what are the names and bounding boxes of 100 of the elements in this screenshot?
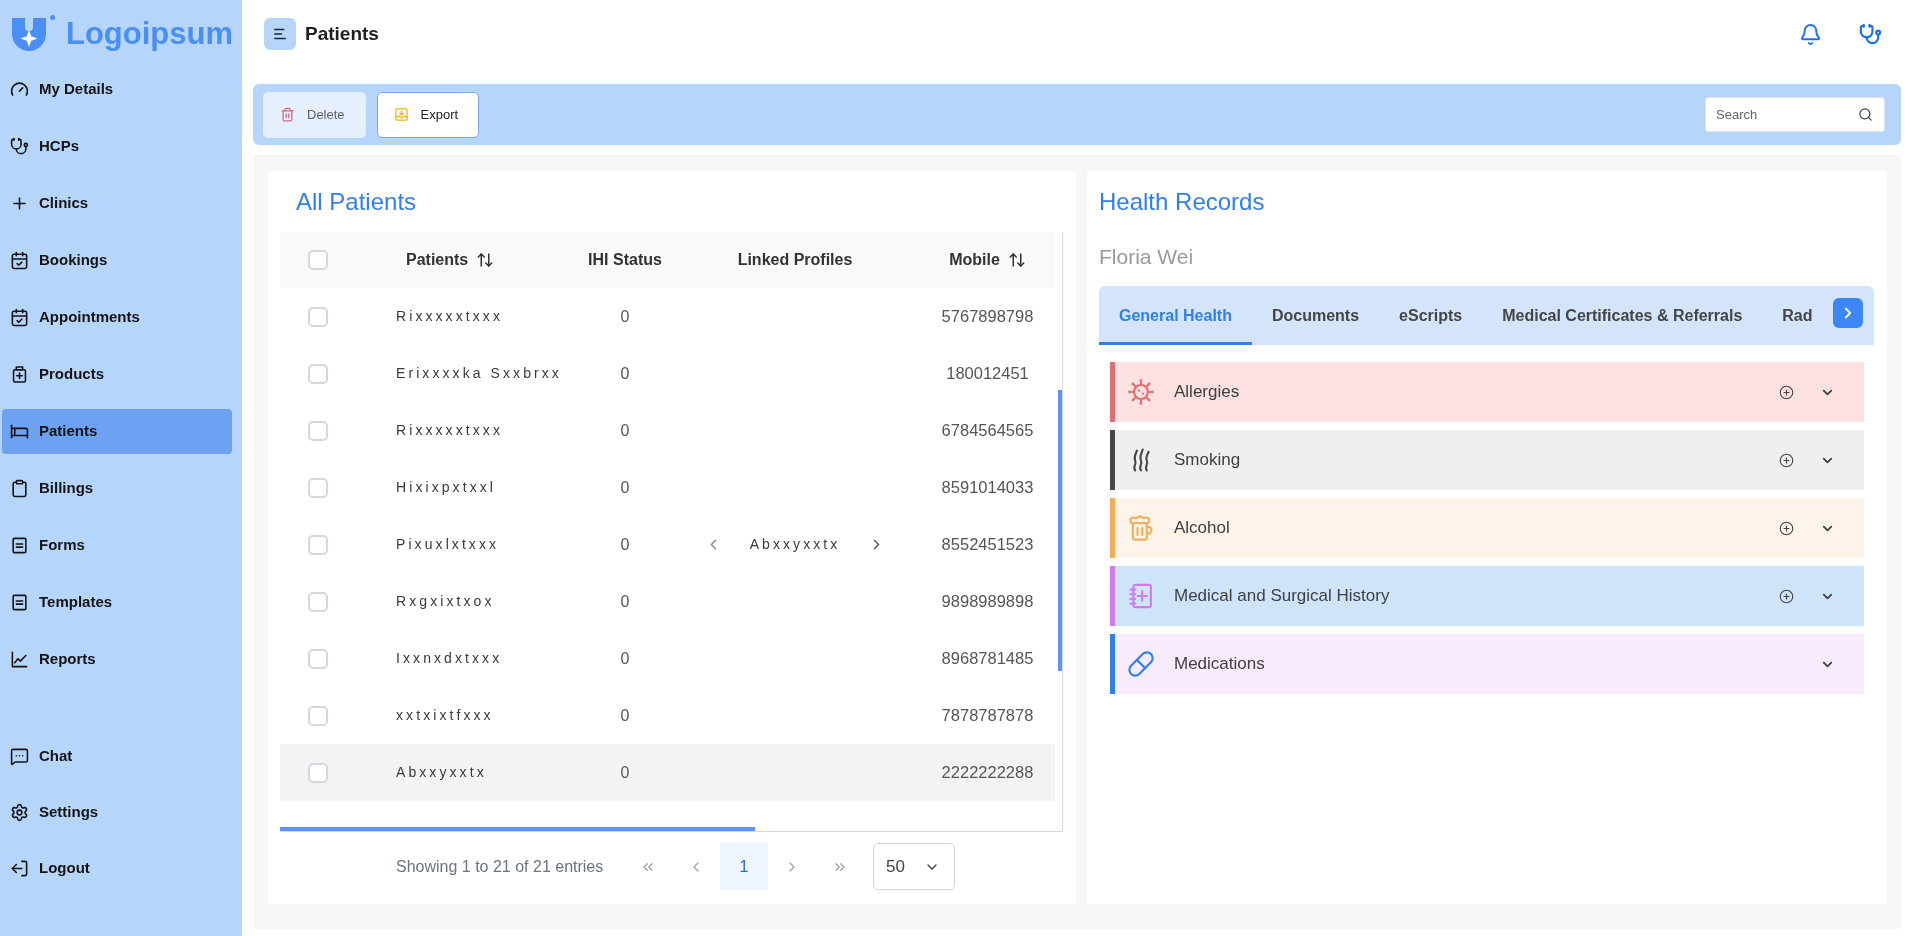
checkbox[interactable]	[307, 420, 328, 441]
sidebar-item[interactable]: Settings	[2, 790, 232, 835]
accordion-row[interactable]: Medications	[1110, 634, 1864, 694]
add-icon[interactable]	[1779, 384, 1794, 400]
line-chart-icon	[10, 650, 29, 669]
export-button[interactable]: Export	[376, 91, 480, 138]
ihi-status: 0	[620, 420, 630, 441]
calendar-check-icon	[10, 251, 29, 270]
accordion-row[interactable]: Medical and Surgical History	[1110, 566, 1864, 626]
checkbox[interactable]	[307, 250, 328, 270]
section-title: Medical and Surgical History	[1174, 585, 1390, 608]
mobile-number: 9898989898	[941, 591, 1034, 613]
sidebar-item[interactable]: Templates	[2, 580, 232, 625]
calendar-check-icon	[10, 308, 29, 327]
sidebar-item[interactable]: HCPs	[2, 124, 232, 169]
sidebar-item[interactable]: Patients	[2, 409, 232, 454]
gauge-icon	[10, 80, 29, 99]
sidebar-item[interactable]: Bookings	[2, 238, 232, 283]
mobile-number: 8552451523	[941, 534, 1034, 556]
plus-icon	[10, 194, 29, 213]
notification-bell-icon[interactable]	[1799, 22, 1822, 46]
clipboard-icon	[10, 479, 29, 498]
scrollbar-thumb[interactable]	[1058, 390, 1062, 671]
virus-icon	[1127, 378, 1155, 406]
column-header[interactable]: Patients	[406, 248, 495, 272]
checkbox[interactable]	[307, 648, 328, 669]
checkbox[interactable]	[307, 591, 328, 612]
stethoscope-icon	[10, 137, 29, 156]
sort-icon[interactable]	[1007, 251, 1026, 269]
logout-icon	[10, 859, 29, 878]
tab[interactable]: Rad	[1762, 286, 1833, 345]
table-row[interactable]: Abxxyxxtx 0 2222222288	[280, 744, 1055, 801]
page-title: Patients	[305, 21, 379, 46]
mobile-number: 8591014033	[941, 477, 1034, 499]
scroll-tabs-button[interactable]	[1833, 298, 1863, 328]
ihi-status: 0	[620, 591, 630, 612]
sidebar-item[interactable]: Forms	[2, 523, 232, 568]
accordion-row[interactable]: Alcohol	[1110, 498, 1864, 558]
pill-icon	[1127, 650, 1155, 678]
accordion-row[interactable]: Smoking	[1110, 430, 1864, 490]
sidebar-item[interactable]: Products	[2, 352, 232, 397]
beer-mug-icon	[1127, 514, 1155, 542]
tab[interactable]: eScripts	[1379, 286, 1483, 345]
stethoscope-icon[interactable]	[1859, 22, 1882, 46]
patient-name[interactable]: xxtxixtfxxx	[390, 705, 494, 726]
patient-name-heading: Floria Wei	[1099, 244, 1194, 271]
checkbox[interactable]	[307, 306, 328, 327]
patient-name[interactable]: Pixuxlxtxxx	[390, 534, 500, 555]
checkbox[interactable]	[307, 363, 328, 384]
column-header: Linked Profiles	[737, 250, 853, 270]
sidebar-item[interactable]: Billings	[2, 466, 232, 511]
linked-profile-name: Abxxyxxtx	[749, 535, 841, 554]
ihi-status: 0	[620, 705, 630, 726]
add-icon[interactable]	[1779, 588, 1794, 604]
ihi-status: 0	[620, 648, 630, 669]
section-title: Alcohol	[1174, 517, 1230, 540]
scrollbar-thumb[interactable]	[280, 827, 755, 831]
add-icon[interactable]	[1779, 452, 1794, 468]
sidebar-item[interactable]: Clinics	[2, 181, 232, 226]
page-size-select[interactable]: 50	[873, 843, 955, 890]
tab[interactable]: Medical Certificates & Referrals	[1482, 286, 1763, 345]
mobile-number: 5767898798	[941, 306, 1034, 328]
bed-icon	[10, 422, 29, 441]
sidebar-item[interactable]: Logout	[2, 846, 232, 891]
checkbox[interactable]	[307, 534, 328, 555]
menu-button[interactable]	[264, 18, 296, 50]
document-icon	[10, 593, 29, 612]
ihi-status: 0	[620, 534, 630, 555]
section-title: Medications	[1174, 653, 1265, 676]
sort-icon[interactable]	[476, 251, 495, 269]
mobile-number: 8968781485	[941, 648, 1034, 670]
search-icon[interactable]	[1858, 107, 1873, 122]
search-field[interactable]: Search	[1705, 97, 1885, 132]
checkbox[interactable]	[307, 705, 328, 726]
sidebar-item[interactable]: Chat	[2, 734, 232, 779]
patient-name[interactable]: Rixxxxxtxxx	[390, 306, 503, 327]
patient-name[interactable]: Erixxxxka Sxxbrxx	[390, 363, 562, 384]
mobile-number: 180012451	[946, 363, 1029, 385]
column-header[interactable]: Mobile	[949, 248, 1026, 272]
settings-icon	[10, 803, 29, 822]
patient-name[interactable]: Hixixpxtxxl	[390, 477, 496, 498]
page-button[interactable]: 1	[720, 843, 768, 890]
panel-title: Health Records	[1099, 186, 1265, 217]
patient-name[interactable]: Abxxyxxtx	[390, 762, 487, 783]
sidebar-item[interactable]: My Details	[2, 67, 232, 112]
sidebar-item[interactable]: Appointments	[2, 295, 232, 340]
checkbox[interactable]	[307, 477, 328, 498]
tab[interactable]: Documents	[1251, 286, 1380, 345]
patient-name[interactable]: Rxgxixtxox	[390, 591, 495, 612]
ihi-status: 0	[620, 762, 630, 783]
sidebar-item[interactable]: Reports	[2, 637, 232, 682]
entries-summary: Showing 1 to 21 of 21 entries	[396, 856, 605, 877]
accordion-row[interactable]: Allergies	[1110, 362, 1864, 422]
ihi-status: 0	[620, 306, 630, 327]
patient-name[interactable]: Rixxxxxtxxx	[390, 420, 503, 441]
checkbox[interactable]	[307, 762, 328, 783]
section-title: Allergies	[1174, 381, 1240, 404]
add-icon[interactable]	[1779, 520, 1794, 536]
patient-name[interactable]: Ixxnxdxtxxx	[390, 648, 503, 669]
medicine-box-icon	[10, 365, 29, 384]
